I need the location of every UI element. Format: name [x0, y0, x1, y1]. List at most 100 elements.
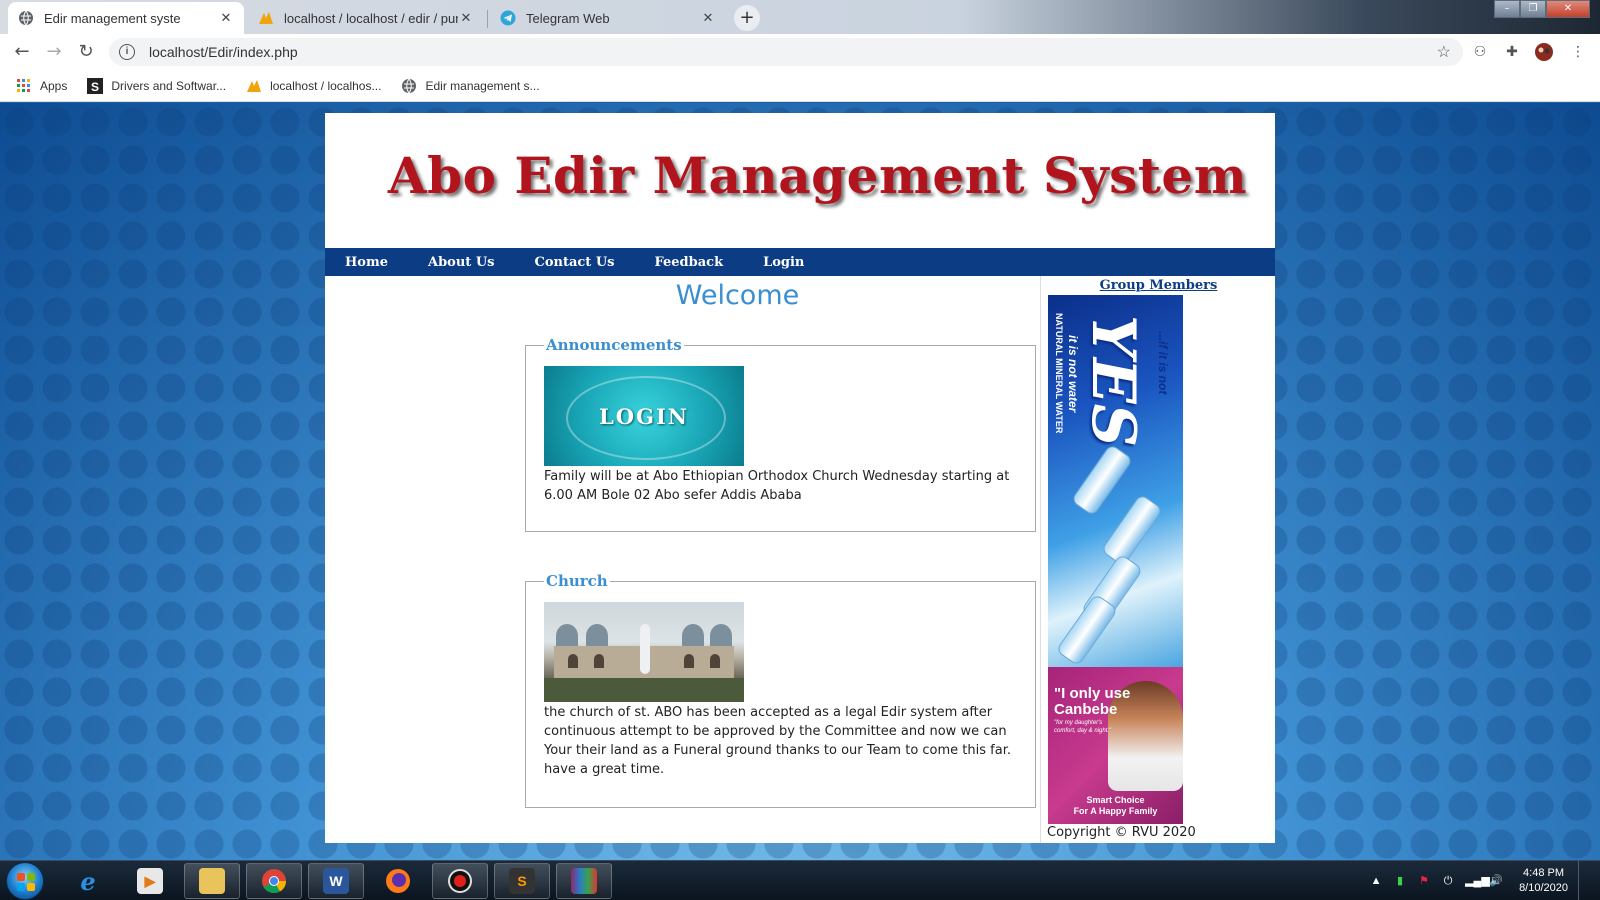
bookmark-localhost[interactable]: localhost / localhos...	[246, 78, 381, 94]
globe-icon	[18, 10, 34, 26]
clock-date: 8/10/2020	[1519, 882, 1568, 894]
bookmark-label: Edir management s...	[425, 78, 540, 93]
new-tab-button[interactable]: +	[734, 5, 760, 31]
church-dome	[710, 624, 732, 648]
church-legend: Church	[546, 572, 608, 590]
banner-title: Abo Edir Management System	[387, 146, 1248, 205]
menu-contact-us[interactable]: Contact Us	[534, 255, 614, 270]
maximize-icon[interactable]: ❐	[1520, 0, 1546, 18]
announcement-image: LOGIN	[544, 366, 744, 466]
bottle-image	[1100, 493, 1164, 567]
firefox-icon	[385, 868, 411, 894]
window-close-icon[interactable]: ✕	[1546, 0, 1590, 18]
show-hidden-icons-icon[interactable]: ▲	[1369, 874, 1383, 888]
close-tab-icon[interactable]: ✕	[458, 10, 474, 26]
ad-diaper-slogan-line2: For A Happy Family	[1073, 806, 1158, 816]
tab-title: Edir management syste	[44, 10, 181, 26]
taskbar-recorder[interactable]	[432, 863, 488, 899]
winrar-icon	[571, 868, 597, 894]
close-tab-icon[interactable]: ✕	[700, 10, 716, 26]
reload-icon[interactable]: ↻	[74, 40, 98, 64]
network-signal-icon[interactable]: ▂▄▆	[1465, 874, 1490, 888]
church-ground	[544, 678, 744, 702]
bookmarks-bar: Apps S Drivers and Softwar... localhost …	[0, 70, 1600, 102]
tab-title: Telegram Web	[526, 10, 610, 26]
power-plug-icon[interactable]: ⏻	[1441, 874, 1455, 888]
taskbar-sublime[interactable]: S	[494, 863, 550, 899]
church-statue	[640, 624, 650, 674]
menu-feedback[interactable]: Feedback	[654, 255, 723, 270]
action-center-flag-icon[interactable]: ⚑	[1417, 874, 1431, 888]
ad-diaper-brand: Canbebe	[1054, 701, 1118, 718]
s-logo-icon: S	[87, 77, 104, 94]
water-advertisement[interactable]: NATURAL MINERAL WATER it is not water YE…	[1048, 295, 1183, 667]
address-bar[interactable]: i localhost/Edir/index.php ☆	[109, 38, 1463, 66]
windows-taskbar: e ▶ W S ▲ ▮ ⚑ ⏻ ▂▄▆ 🔊 4:48 PM 8/10/2020	[0, 860, 1600, 900]
taskbar-file-explorer[interactable]	[184, 863, 240, 899]
diaper-advertisement[interactable]: "I only use Canbebe "for my daughter's c…	[1048, 667, 1183, 824]
apps-grid-icon	[16, 78, 32, 94]
chrome-icon	[261, 868, 287, 894]
menu-about-us[interactable]: About Us	[428, 255, 495, 270]
address-url: localhost/Edir/index.php	[149, 44, 298, 60]
welcome-heading: Welcome	[675, 280, 800, 311]
main-content: Welcome Announcements LOGIN Family will …	[325, 276, 1040, 843]
minimize-icon[interactable]: –	[1494, 0, 1520, 18]
volume-icon[interactable]: 🔊	[1489, 874, 1503, 888]
show-desktop-button[interactable]	[1578, 861, 1588, 900]
system-tray: ▲ ▮ ⚑ ⏻ ▂▄▆ 🔊 4:48 PM 8/10/2020	[1369, 861, 1588, 900]
extension-puzzle-people-icon[interactable]: ⚇	[1470, 42, 1490, 62]
site-container: Abo Edir Management System Home About Us…	[325, 113, 1275, 843]
start-button[interactable]	[6, 862, 44, 900]
browser-menu-icon[interactable]: ⋮	[1568, 42, 1588, 62]
system-clock[interactable]: 4:48 PM 8/10/2020	[1519, 866, 1568, 896]
profile-avatar-icon[interactable]	[1534, 42, 1554, 62]
clock-time: 4:48 PM	[1523, 867, 1565, 879]
extensions-puzzle-icon[interactable]: ✚	[1502, 42, 1522, 62]
phpmyadmin-icon	[246, 78, 262, 94]
internet-explorer-icon: e	[80, 866, 96, 896]
bookmark-drivers[interactable]: S Drivers and Softwar...	[87, 77, 226, 94]
battery-status-icon[interactable]: ▮	[1393, 874, 1407, 888]
word-icon: W	[323, 868, 349, 894]
ad-diaper-slogan-line1: Smart Choice	[1086, 795, 1145, 805]
forward-arrow-icon[interactable]: →	[42, 40, 66, 64]
bookmark-edir[interactable]: Edir management s...	[401, 78, 540, 94]
main-menu: Home About Us Contact Us Feedback Login	[325, 248, 1275, 276]
church-window	[710, 654, 720, 668]
sidebar: Group Members NATURAL MINERAL WATER it i…	[1040, 276, 1275, 843]
church-window	[594, 654, 604, 668]
church-dome	[682, 624, 704, 648]
page-viewport: Abo Edir Management System Home About Us…	[0, 103, 1600, 860]
tab-separator	[487, 10, 488, 28]
tab-phpmyadmin[interactable]: localhost / localhost / edir / puni ✕	[248, 2, 484, 34]
bookmark-apps[interactable]: Apps	[16, 78, 67, 94]
church-section: Church the church of st. ABO has been ac…	[525, 572, 1036, 808]
taskbar-word[interactable]: W	[308, 863, 364, 899]
tab-title: localhost / localhost / edir / puni	[284, 10, 458, 26]
close-tab-icon[interactable]: ✕	[218, 10, 234, 26]
church-dome	[586, 624, 608, 648]
browser-tab-strip: Edir management syste ✕ localhost / loca…	[0, 0, 1600, 34]
taskbar-winrar[interactable]	[556, 863, 612, 899]
tab-edir-management[interactable]: Edir management syste ✕	[8, 2, 244, 34]
church-text: the church of st. ABO has been accepted …	[544, 705, 1011, 777]
taskbar-chrome[interactable]	[246, 863, 302, 899]
menu-home[interactable]: Home	[345, 255, 388, 270]
bookmark-label: localhost / localhos...	[270, 78, 382, 93]
ad-water-tagline: ...if it is not	[1156, 331, 1170, 395]
taskbar-media-player[interactable]: ▶	[122, 863, 178, 899]
menu-login[interactable]: Login	[763, 255, 804, 270]
taskbar-internet-explorer[interactable]: e	[60, 863, 116, 899]
announcement-text: Family will be at Abo Ethiopian Orthodox…	[544, 469, 1010, 503]
phpmyadmin-icon	[258, 10, 274, 26]
taskbar-firefox[interactable]	[370, 863, 426, 899]
tab-telegram[interactable]: Telegram Web ✕	[490, 2, 726, 34]
file-explorer-icon	[199, 868, 225, 894]
announcements-legend: Announcements	[546, 336, 682, 354]
media-player-icon: ▶	[137, 868, 163, 894]
group-members-link[interactable]: Group Members	[1041, 278, 1276, 293]
site-info-icon[interactable]: i	[119, 44, 135, 60]
back-arrow-icon[interactable]: ←	[10, 40, 34, 64]
bookmark-star-icon[interactable]: ☆	[1437, 42, 1451, 62]
